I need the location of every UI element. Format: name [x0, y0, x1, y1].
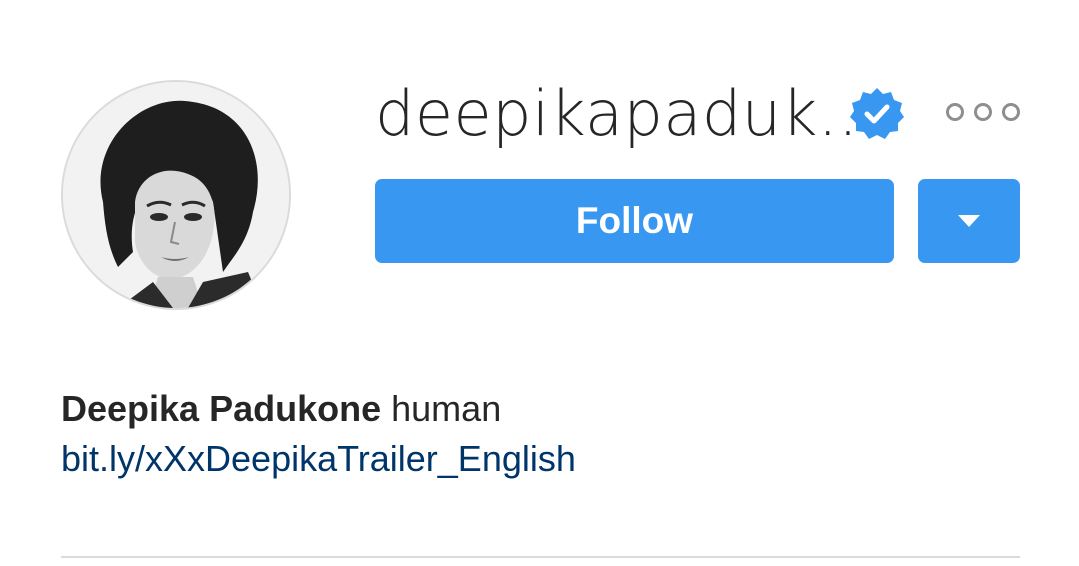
follow-button[interactable]: Follow [375, 179, 894, 263]
dot-icon [974, 103, 992, 121]
bio-text: human [391, 388, 502, 429]
more-options-icon[interactable] [946, 100, 1022, 124]
suggestions-dropdown-button[interactable] [918, 179, 1020, 263]
chevron-down-icon [958, 215, 980, 227]
verified-badge-icon [850, 86, 904, 140]
dot-icon [946, 103, 964, 121]
username: deepikapaduk... [375, 77, 879, 150]
profile-header: deepikapaduk... Follow Deepika Padukone … [0, 0, 1079, 566]
avatar-photo [63, 82, 289, 308]
avatar[interactable] [61, 80, 291, 310]
dot-icon [1002, 103, 1020, 121]
bio-link[interactable]: bit.ly/xXxDeepikaTrailer_English [61, 434, 576, 484]
bio: Deepika Padukone human bit.ly/xXxDeepika… [61, 384, 576, 484]
full-name: Deepika Padukone [61, 388, 382, 429]
divider [61, 556, 1020, 558]
